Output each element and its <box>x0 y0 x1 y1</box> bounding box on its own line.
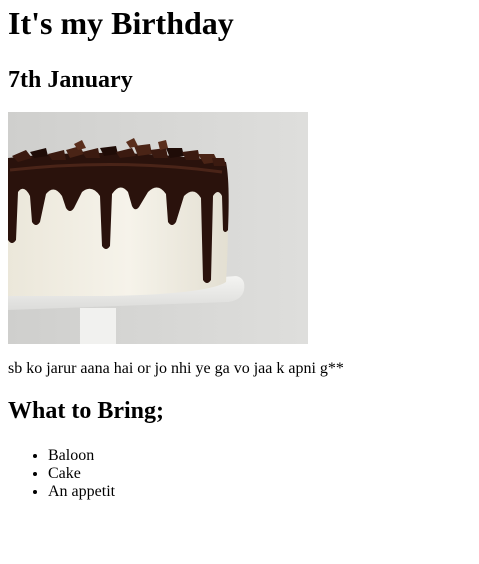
invitation-message: sb ko jarur aana hai or jo nhi ye ga vo … <box>8 360 344 377</box>
birthday-date: 7th January <box>8 67 133 93</box>
list-item: An appetit <box>48 483 471 501</box>
bring-heading: What to Bring; <box>8 398 164 424</box>
list-item: Baloon <box>48 447 471 465</box>
bring-list: Baloon Cake An appetit <box>8 447 471 501</box>
birthday-page: It's my Birthday 7th January sb ko jarur… <box>0 0 479 501</box>
cake-image <box>8 112 308 344</box>
page-title: It's my Birthday <box>8 5 234 41</box>
stand-stem <box>80 308 116 344</box>
list-item: Cake <box>48 465 471 483</box>
